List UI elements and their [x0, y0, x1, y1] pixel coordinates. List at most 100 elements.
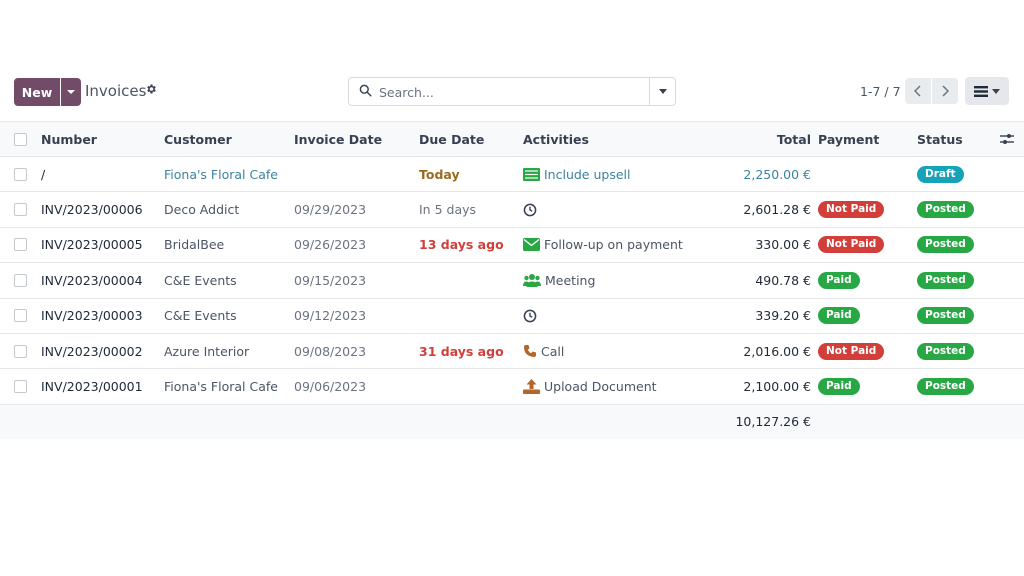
view-switcher-button[interactable]: [965, 77, 1009, 105]
payment-status-badge: Not Paid: [818, 342, 885, 360]
activity-label[interactable]: Call: [541, 344, 564, 359]
activity-cell[interactable]: Follow-up on payment: [523, 228, 683, 262]
pager-next-button[interactable]: [932, 78, 958, 104]
row-checkbox[interactable]: [14, 203, 27, 217]
invoice-number: /: [41, 166, 46, 182]
optional-columns-icon[interactable]: [1000, 122, 1014, 156]
column-header-due-date[interactable]: Due Date: [419, 122, 484, 156]
customer-name: C&E Events: [164, 272, 237, 288]
payment-status-badge: Not Paid: [818, 201, 885, 219]
table-row[interactable]: INV/2023/00002 Azure Interior 09/08/2023…: [0, 334, 1024, 370]
row-checkbox[interactable]: [14, 344, 27, 358]
invoice-total: 2,601.28 €: [743, 202, 811, 218]
due-date: In 5 days: [419, 202, 477, 218]
activity-label[interactable]: Upload Document: [544, 379, 657, 394]
activity-label[interactable]: Include upsell: [544, 167, 630, 182]
activity-cell[interactable]: Include upsell: [523, 157, 630, 191]
invoice-total: 490.78 €: [755, 272, 811, 288]
customer-name: Fiona's Floral Cafe: [164, 379, 278, 395]
invoice-date: 09/12/2023: [294, 308, 367, 324]
payment-status-badge: Not Paid: [818, 236, 885, 254]
invoice-number: INV/2023/00005: [41, 237, 143, 253]
row-checkbox[interactable]: [14, 380, 27, 394]
payment-status-badge: Paid: [818, 307, 860, 325]
status-badge: Posted: [917, 271, 974, 289]
search-bar[interactable]: [348, 77, 676, 106]
customer-name: C&E Events: [164, 308, 237, 324]
table-row[interactable]: / Fiona's Floral Cafe Today Include upse…: [0, 157, 1024, 193]
due-date: 13 days ago: [419, 237, 504, 253]
activity-cell[interactable]: [523, 192, 541, 226]
table-row[interactable]: INV/2023/00001 Fiona's Floral Cafe 09/06…: [0, 369, 1024, 405]
users-icon[interactable]: [523, 273, 541, 288]
customer-name: BridalBee: [164, 237, 225, 253]
column-header-customer[interactable]: Customer: [164, 122, 232, 156]
pager-value[interactable]: 1-7 / 7: [860, 84, 901, 99]
invoice-date: 09/26/2023: [294, 237, 367, 253]
activity-cell[interactable]: Meeting: [523, 263, 595, 297]
activity-label[interactable]: Meeting: [545, 273, 595, 288]
due-date: Today: [419, 166, 460, 182]
envelope-icon[interactable]: [523, 238, 540, 252]
column-header-invoice-date[interactable]: Invoice Date: [294, 122, 382, 156]
row-checkbox[interactable]: [14, 167, 27, 181]
table-row[interactable]: INV/2023/00006 Deco Addict 09/29/2023 In…: [0, 192, 1024, 228]
row-checkbox[interactable]: [14, 273, 27, 287]
customer-name: Fiona's Floral Cafe: [164, 166, 278, 182]
caret-down-icon: [67, 90, 75, 94]
table-row[interactable]: INV/2023/00005 BridalBee 09/26/2023 13 d…: [0, 228, 1024, 264]
table-row[interactable]: INV/2023/00004 C&E Events 09/15/2023 Mee…: [0, 263, 1024, 299]
activity-cell[interactable]: [523, 299, 541, 333]
column-header-payment[interactable]: Payment: [818, 122, 879, 156]
row-checkbox[interactable]: [14, 238, 27, 252]
upsell-icon[interactable]: [523, 167, 540, 181]
caret-down-icon: [658, 89, 667, 94]
invoice-date: 09/06/2023: [294, 379, 367, 395]
due-date: 31 days ago: [419, 343, 504, 359]
column-header-activities[interactable]: Activities: [523, 122, 589, 156]
invoice-number: INV/2023/00003: [41, 308, 143, 324]
page-title: Invoices: [85, 82, 147, 100]
clock-icon[interactable]: [523, 309, 537, 323]
gear-icon[interactable]: [145, 83, 157, 99]
new-dropdown-toggle[interactable]: [61, 78, 81, 106]
activity-cell[interactable]: Upload Document: [523, 369, 657, 403]
search-options-toggle[interactable]: [649, 78, 675, 105]
customer-name: Azure Interior: [164, 343, 250, 359]
invoice-date: 09/15/2023: [294, 272, 367, 288]
clock-icon[interactable]: [523, 203, 537, 217]
control-panel: New Invoices 1-7 / 7: [0, 77, 1024, 107]
invoice-total: 2,016.00 €: [743, 343, 811, 359]
pager-previous-button[interactable]: [905, 78, 931, 104]
activity-label[interactable]: Follow-up on payment: [544, 237, 683, 252]
invoice-date: 09/29/2023: [294, 202, 367, 218]
table-row[interactable]: INV/2023/00003 C&E Events 09/12/2023 339…: [0, 299, 1024, 334]
select-all-checkbox[interactable]: [14, 132, 27, 146]
search-icon: [359, 84, 372, 100]
column-header-status[interactable]: Status: [917, 122, 963, 156]
invoice-number: INV/2023/00006: [41, 202, 143, 218]
status-badge: Posted: [917, 236, 974, 254]
activity-cell[interactable]: Call: [523, 334, 564, 368]
invoice-number: INV/2023/00004: [41, 272, 143, 288]
row-checkbox[interactable]: [14, 309, 27, 323]
new-button[interactable]: New: [14, 78, 60, 106]
list-view-icon: [974, 85, 988, 97]
upload-icon[interactable]: [523, 379, 540, 395]
status-badge: Posted: [917, 378, 974, 396]
column-header-total[interactable]: Total: [777, 122, 811, 156]
invoice-total: 2,250.00 €: [743, 166, 811, 182]
invoice-list: Number Customer Invoice Date Due Date Ac…: [0, 121, 1024, 439]
search-input[interactable]: [379, 83, 644, 101]
chevron-right-icon: [942, 85, 949, 97]
invoice-total: 2,100.00 €: [743, 379, 811, 395]
payment-status-badge: Paid: [818, 271, 860, 289]
invoice-total: 339.20 €: [755, 308, 811, 324]
customer-name: Deco Addict: [164, 202, 240, 218]
phone-icon[interactable]: [523, 344, 537, 358]
payment-status-badge: Paid: [818, 378, 860, 396]
status-badge: Posted: [917, 201, 974, 219]
column-header-number[interactable]: Number: [41, 122, 97, 156]
invoice-total: 330.00 €: [755, 237, 811, 253]
invoice-number: INV/2023/00002: [41, 343, 143, 359]
